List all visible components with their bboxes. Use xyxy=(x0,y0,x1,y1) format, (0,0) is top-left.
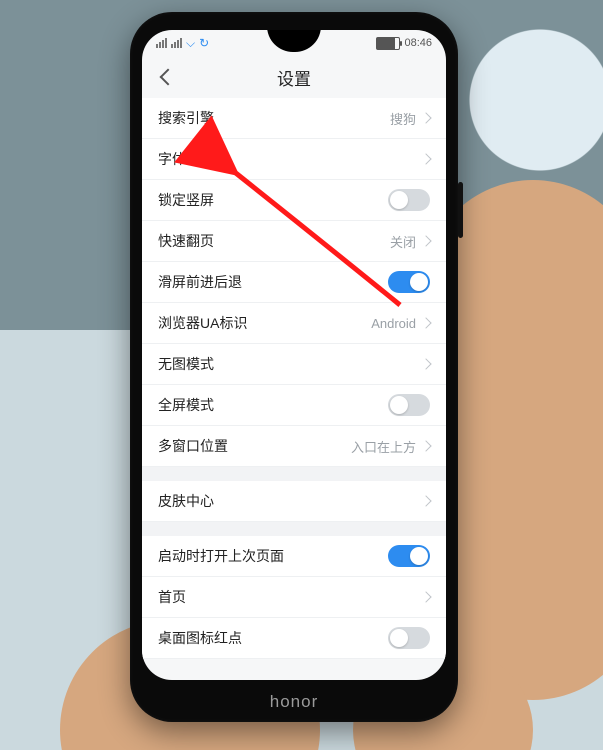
row-no-image[interactable]: 无图模式 xyxy=(142,344,446,385)
switch-badge-dot[interactable] xyxy=(388,627,430,649)
row-label: 无图模式 xyxy=(158,354,214,374)
switch-restore-last[interactable] xyxy=(388,545,430,567)
row-label: 搜索引擎 xyxy=(158,108,214,128)
row-badge-dot: 桌面图标红点 xyxy=(142,618,446,659)
battery-icon xyxy=(376,37,400,50)
row-label: 启动时打开上次页面 xyxy=(158,546,284,566)
chevron-right-icon xyxy=(420,591,431,602)
sync-icon: ↻ xyxy=(199,36,209,50)
row-multiwindow[interactable]: 多窗口位置 入口在上方 xyxy=(142,426,446,467)
row-label: 桌面图标红点 xyxy=(158,628,242,648)
row-value: Android xyxy=(371,316,416,331)
brand-logo: honor xyxy=(130,692,458,712)
switch-swipe-nav[interactable] xyxy=(388,271,430,293)
chevron-right-icon xyxy=(420,440,431,451)
clock: 08:46 xyxy=(404,37,432,49)
navbar: 设置 xyxy=(142,56,446,98)
bluetooth-icon: ⌵ xyxy=(186,36,195,51)
row-label: 多窗口位置 xyxy=(158,436,228,456)
chevron-left-icon xyxy=(160,69,177,86)
signal-icon xyxy=(156,38,167,48)
row-value: 搜狗 xyxy=(390,109,416,128)
chevron-right-icon xyxy=(420,235,431,246)
row-fullscreen: 全屏模式 xyxy=(142,385,446,426)
row-label: 字体设置 xyxy=(158,149,214,169)
switch-fullscreen[interactable] xyxy=(388,394,430,416)
row-label: 快速翻页 xyxy=(158,231,214,251)
side-button xyxy=(458,182,463,238)
section-gap xyxy=(142,522,446,536)
row-fast-flip[interactable]: 快速翻页 关闭 xyxy=(142,221,446,262)
row-ua[interactable]: 浏览器UA标识 Android xyxy=(142,303,446,344)
chevron-right-icon xyxy=(420,358,431,369)
page-title: 设置 xyxy=(277,65,311,90)
row-lock-portrait: 锁定竖屏 xyxy=(142,180,446,221)
phone-frame: ⌵ ↻ 08:46 设置 搜索引擎 搜狗 xyxy=(130,12,458,722)
row-label: 皮肤中心 xyxy=(158,491,214,511)
row-label: 首页 xyxy=(158,587,186,607)
chevron-right-icon xyxy=(420,495,431,506)
signal-icon xyxy=(171,38,182,48)
row-restore-last: 启动时打开上次页面 xyxy=(142,536,446,577)
row-search-engine[interactable]: 搜索引擎 搜狗 xyxy=(142,98,446,139)
switch-lock-portrait[interactable] xyxy=(388,189,430,211)
chevron-right-icon xyxy=(420,153,431,164)
chevron-right-icon xyxy=(420,112,431,123)
row-homepage[interactable]: 首页 xyxy=(142,577,446,618)
row-label: 锁定竖屏 xyxy=(158,190,214,210)
section-gap xyxy=(142,467,446,481)
row-value: 关闭 xyxy=(390,232,416,251)
back-button[interactable] xyxy=(150,56,186,98)
row-font-settings[interactable]: 字体设置 xyxy=(142,139,446,180)
row-value: 入口在上方 xyxy=(351,437,416,456)
row-label: 滑屏前进后退 xyxy=(158,272,242,292)
chevron-right-icon xyxy=(420,317,431,328)
row-skin-center[interactable]: 皮肤中心 xyxy=(142,481,446,522)
screen: ⌵ ↻ 08:46 设置 搜索引擎 搜狗 xyxy=(142,30,446,680)
row-label: 全屏模式 xyxy=(158,395,214,415)
row-swipe-nav: 滑屏前进后退 xyxy=(142,262,446,303)
row-label: 浏览器UA标识 xyxy=(158,313,247,333)
